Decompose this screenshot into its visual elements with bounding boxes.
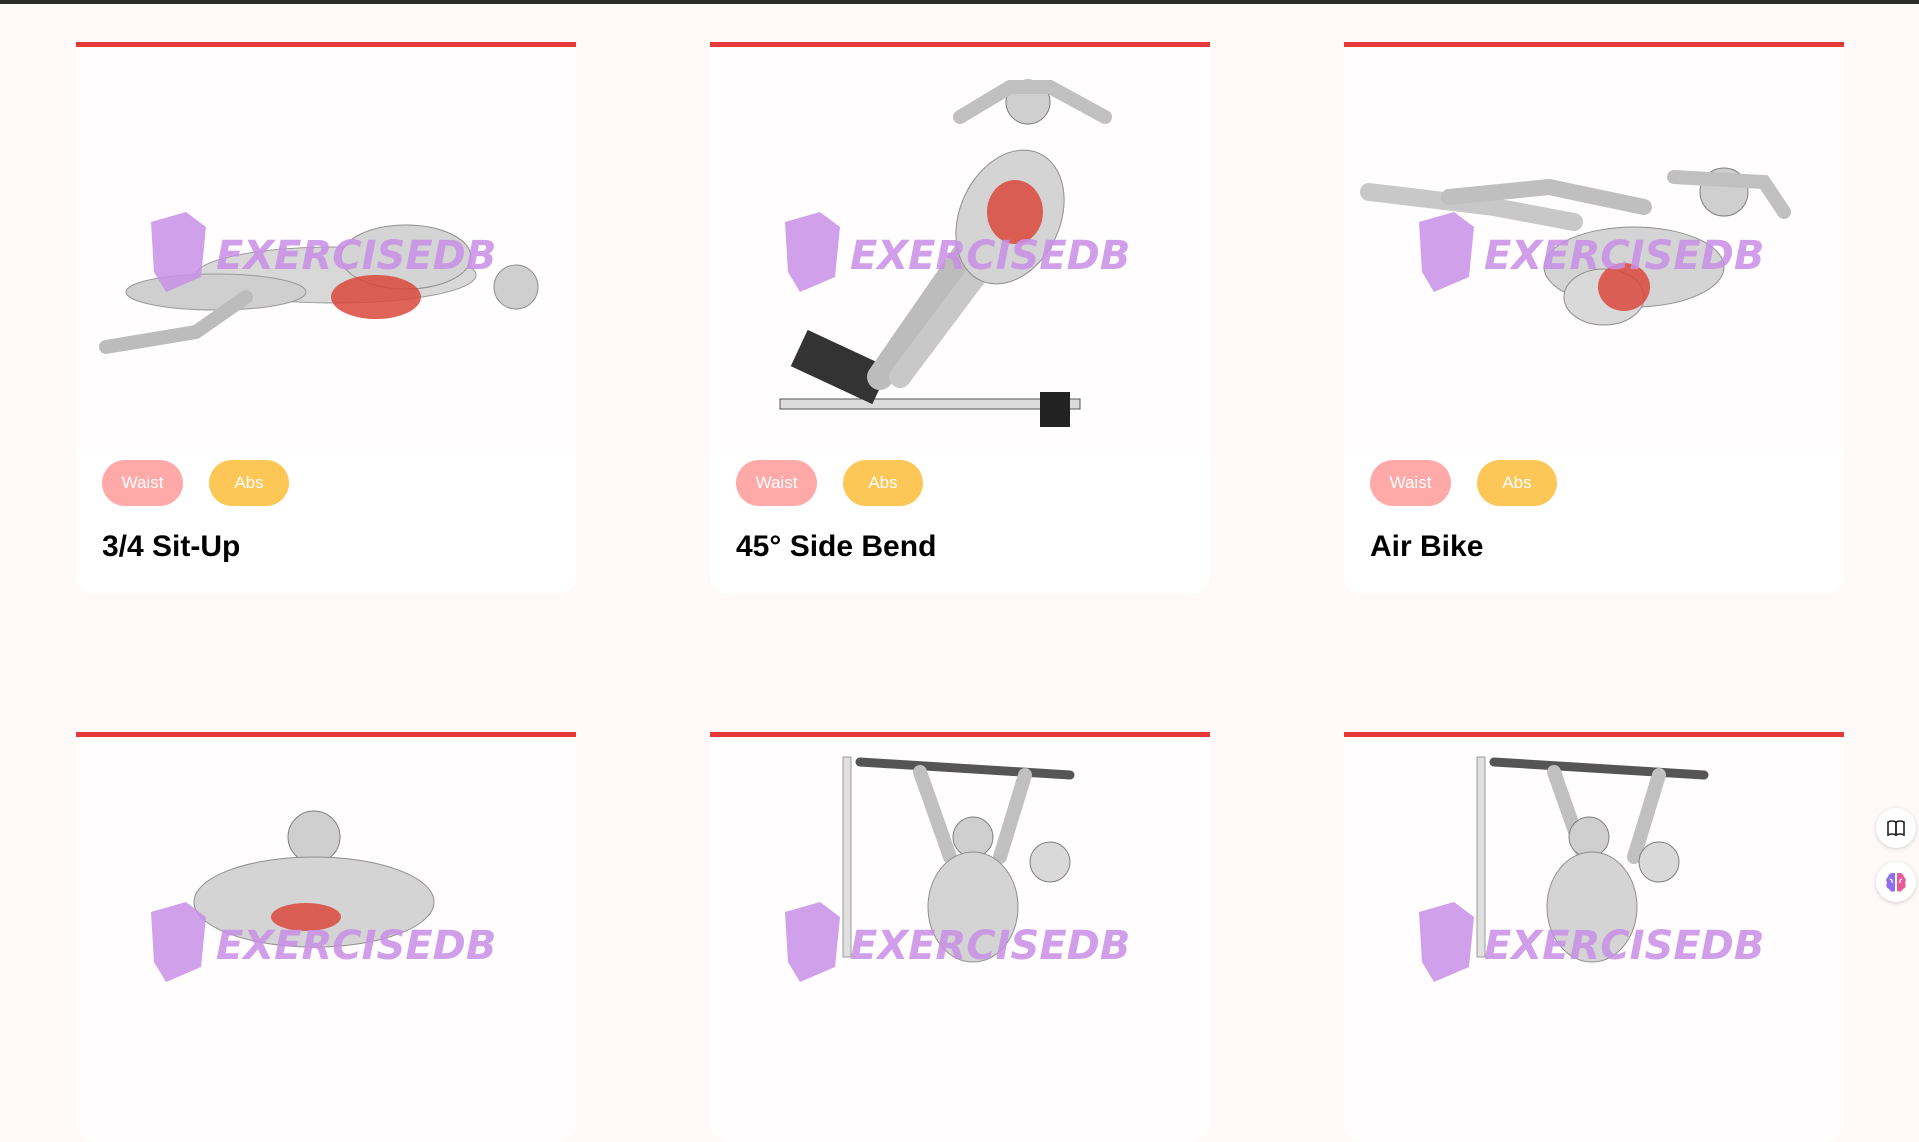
exercise-image: EXERCISEDB — [1344, 737, 1844, 1142]
exercise-card[interactable]: EXERCISEDB Waist Abs 45° Side Bend — [710, 42, 1210, 594]
exercise-image: EXERCISEDB — [76, 737, 576, 1142]
exercise-image: EXERCISEDB — [76, 47, 576, 452]
exercise-name: 3/4 Sit-Up — [102, 530, 241, 563]
target-muscle-tag[interactable]: Abs — [209, 460, 289, 506]
svg-text:EXERCISEDB: EXERCISEDB — [216, 233, 496, 279]
body-part-tag[interactable]: Waist — [736, 460, 817, 506]
exercise-card[interactable]: EXERCISEDB — [76, 732, 576, 1142]
svg-text:EXERCISEDB: EXERCISEDB — [1484, 233, 1764, 279]
exercise-image: EXERCISEDB — [710, 737, 1210, 1142]
exercise-card[interactable]: EXERCISEDB — [710, 732, 1210, 1142]
ai-assistant-button[interactable] — [1876, 862, 1916, 902]
exercise-name: 45° Side Bend — [736, 530, 937, 563]
svg-text:EXERCISEDB: EXERCISEDB — [1484, 923, 1764, 969]
body-part-tag[interactable]: Waist — [102, 460, 183, 506]
reader-button[interactable] — [1876, 808, 1916, 848]
exercise-image: EXERCISEDB — [1344, 47, 1844, 452]
exercise-card[interactable]: EXERCISEDB — [1344, 732, 1844, 1142]
top-strip — [0, 0, 1919, 4]
exercise-card[interactable]: EXERCISEDB Waist Abs Air Bike — [1344, 42, 1844, 594]
svg-text:EXERCISEDB: EXERCISEDB — [850, 233, 1130, 279]
brain-icon — [1886, 872, 1906, 892]
exercise-image: EXERCISEDB — [710, 47, 1210, 452]
svg-text:EXERCISEDB: EXERCISEDB — [216, 923, 496, 969]
target-muscle-tag[interactable]: Abs — [843, 460, 923, 506]
book-icon — [1887, 820, 1905, 837]
svg-text:EXERCISEDB: EXERCISEDB — [850, 923, 1130, 969]
exercise-name: Air Bike — [1370, 530, 1484, 563]
exercise-card[interactable]: EXERCISEDB Waist Abs 3/4 Sit-Up — [76, 42, 576, 594]
body-part-tag[interactable]: Waist — [1370, 460, 1451, 506]
target-muscle-tag[interactable]: Abs — [1477, 460, 1557, 506]
